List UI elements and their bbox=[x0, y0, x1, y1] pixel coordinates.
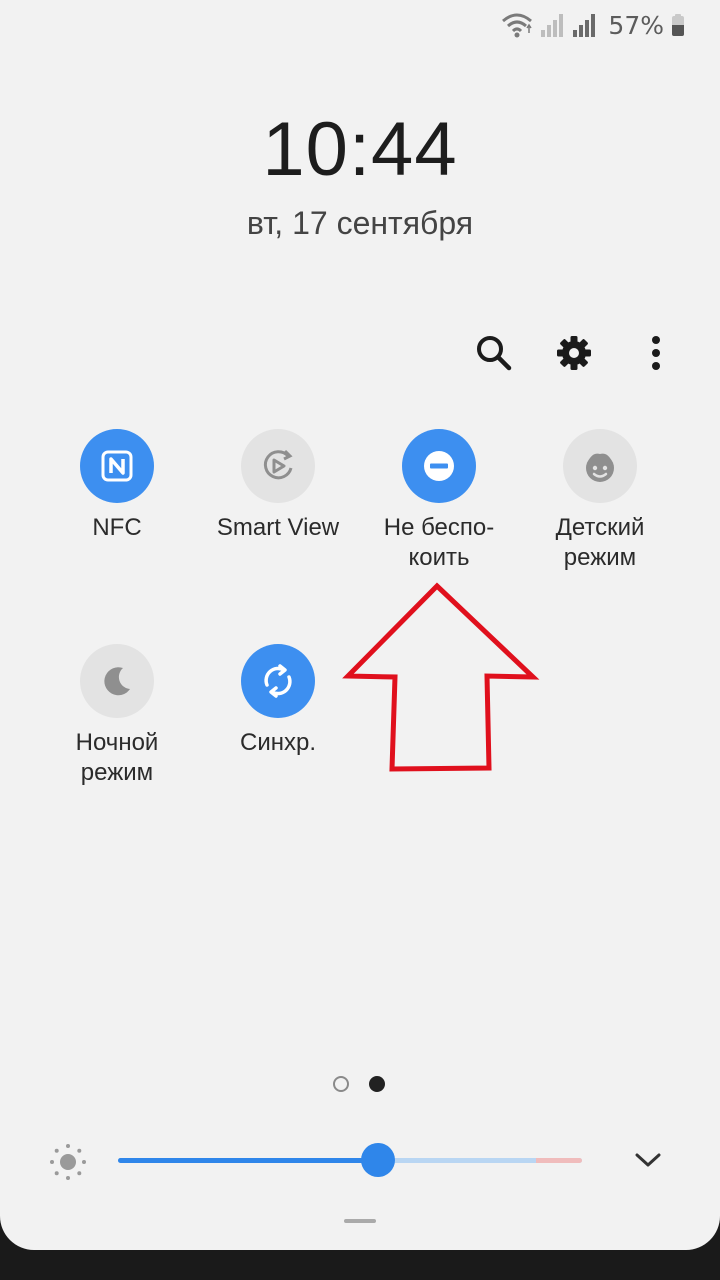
page-indicator bbox=[333, 1076, 393, 1096]
tile-label: Детский режим bbox=[555, 514, 645, 571]
brightness-track-high bbox=[535, 1158, 582, 1163]
more-vertical-icon bbox=[652, 336, 660, 370]
search-button[interactable] bbox=[471, 330, 517, 376]
clock-date: вт, 17 сентября bbox=[246, 205, 474, 241]
tile-sync-toggle[interactable] bbox=[241, 644, 315, 718]
clock-time: 10:44 bbox=[262, 107, 458, 192]
page-dot-1[interactable] bbox=[333, 1076, 349, 1092]
annotation-arrow-up bbox=[342, 582, 540, 772]
wifi-icon bbox=[502, 13, 533, 38]
tile-kids-mode-toggle[interactable] bbox=[563, 429, 637, 503]
signal-icon-sim2 bbox=[573, 14, 596, 37]
kids-mode-icon bbox=[586, 453, 614, 482]
tile-night-mode[interactable]: Ночной режим bbox=[37, 644, 197, 788]
do-not-disturb-icon bbox=[424, 451, 454, 481]
tile-night-mode-toggle[interactable] bbox=[80, 644, 154, 718]
search-icon bbox=[477, 336, 512, 371]
sync-icon bbox=[264, 664, 292, 698]
more-options-button[interactable] bbox=[633, 330, 679, 376]
tile-smart-view[interactable]: Smart View bbox=[198, 429, 358, 543]
page-dot-2-active[interactable] bbox=[369, 1076, 385, 1092]
signal-icon-sim1 bbox=[541, 14, 564, 37]
settings-button[interactable] bbox=[551, 330, 597, 376]
tile-label: Синхр. bbox=[239, 729, 316, 756]
tile-sync[interactable]: Синхр. bbox=[198, 644, 358, 758]
brightness-thumb[interactable] bbox=[360, 1143, 395, 1177]
gear-icon bbox=[557, 336, 591, 370]
chevron-down-icon bbox=[635, 1153, 661, 1167]
tile-label: Smart View bbox=[216, 514, 340, 541]
quick-settings-panel: 57% 10:44 вт, 17 сентября NFC Smart View… bbox=[0, 0, 720, 1250]
moon-icon bbox=[104, 667, 130, 696]
panel-handle[interactable] bbox=[344, 1219, 376, 1223]
tile-label: Ночной режим bbox=[75, 729, 159, 786]
battery-icon bbox=[672, 14, 684, 36]
nfc-icon bbox=[101, 450, 133, 482]
brightness-sun-icon bbox=[50, 1144, 86, 1180]
tile-do-not-disturb-toggle[interactable] bbox=[402, 429, 476, 503]
tile-nfc[interactable]: NFC bbox=[37, 429, 197, 543]
smart-view-icon bbox=[263, 449, 293, 480]
tile-nfc-toggle[interactable] bbox=[80, 429, 154, 503]
tile-label: NFC bbox=[92, 514, 142, 541]
tile-label: Не беспо-коить bbox=[383, 514, 495, 571]
expand-button[interactable] bbox=[630, 1142, 666, 1178]
brightness-slider[interactable] bbox=[118, 1142, 582, 1178]
brightness-track-fill bbox=[118, 1158, 378, 1163]
battery-percentage: 57% bbox=[608, 10, 664, 40]
status-bar: 57% bbox=[500, 8, 684, 42]
tile-do-not-disturb[interactable]: Не беспо-коить bbox=[359, 429, 519, 573]
tile-smart-view-toggle[interactable] bbox=[241, 429, 315, 503]
tile-kids-mode[interactable]: Детский режим bbox=[520, 429, 680, 573]
